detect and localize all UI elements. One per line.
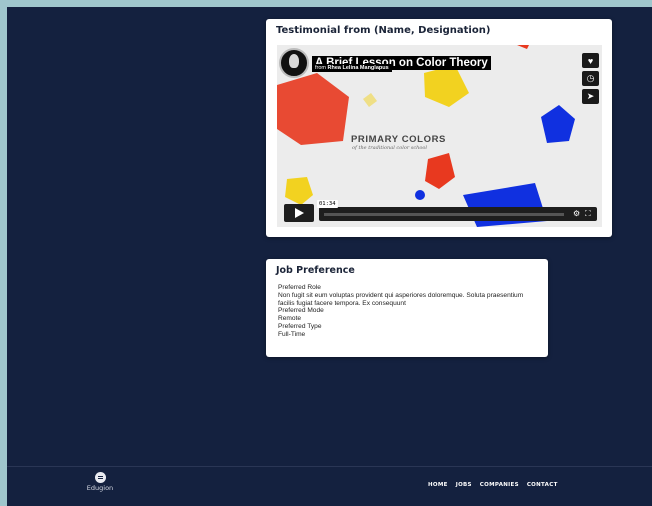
preferred-type-value: Full-Time — [278, 330, 306, 338]
preferred-type-label: Preferred Type — [278, 322, 322, 330]
logo-text: Edugion — [86, 484, 114, 492]
preferred-role-value: Non fugit sit eum voluptas provident qui… — [278, 291, 524, 307]
nav-home[interactable]: HOME — [428, 482, 448, 488]
paper-plane-icon[interactable]: ➤ — [582, 89, 599, 104]
video-overlay-heading: PRIMARY COLORS — [351, 134, 446, 145]
play-icon — [294, 208, 304, 218]
job-preference-details: Preferred Role Non fugit sit eum volupta… — [278, 284, 540, 339]
clock-icon[interactable]: ◷ — [582, 71, 599, 86]
video-title-box: A Brief Lesson on Color Theory — [279, 48, 491, 78]
nav-companies[interactable]: COMPANIES — [480, 482, 519, 488]
preferred-mode-label: Preferred Mode — [278, 307, 324, 315]
nav-contact[interactable]: CONTACT — [527, 482, 558, 488]
footer-nav: HOME JOBS COMPANIES CONTACT — [428, 482, 558, 488]
time-tooltip: 01:34 — [317, 200, 338, 208]
progress-bar[interactable] — [324, 213, 564, 216]
job-preference-title: Job Preference — [276, 265, 355, 276]
footer-logo[interactable]: Edugion — [83, 472, 117, 492]
nav-jobs[interactable]: JOBS — [456, 482, 472, 488]
heart-icon[interactable]: ♥ — [582, 53, 599, 68]
video-overlay-subtitle: of the traditional color school — [352, 145, 428, 151]
job-preference-card: Job Preference Preferred Role Non fugit … — [266, 259, 548, 357]
page: Testimonial from (Name, Designation) A B… — [7, 7, 652, 506]
fullscreen-icon[interactable]: ⛶ — [585, 209, 591, 219]
footer-divider — [7, 466, 652, 467]
video-controls: ⚙ ⛶ — [319, 207, 597, 221]
testimonial-card: Testimonial from (Name, Designation) A B… — [266, 19, 612, 237]
testimonial-title: Testimonial from (Name, Designation) — [276, 25, 491, 36]
preferred-mode-value: Remote — [278, 315, 302, 323]
preferred-role-label: Preferred Role — [278, 284, 321, 291]
byline-prefix: from — [315, 65, 326, 71]
author-avatar[interactable] — [279, 48, 309, 78]
play-button[interactable] — [284, 204, 314, 222]
logo-icon — [94, 472, 106, 483]
video-player[interactable]: A Brief Lesson on Color Theory from Rhea… — [277, 45, 602, 227]
video-byline: from Rhea Lelina Manglapus — [312, 64, 392, 72]
gear-icon[interactable]: ⚙ — [573, 209, 580, 218]
video-author[interactable]: Rhea Lelina Manglapus — [328, 65, 389, 71]
